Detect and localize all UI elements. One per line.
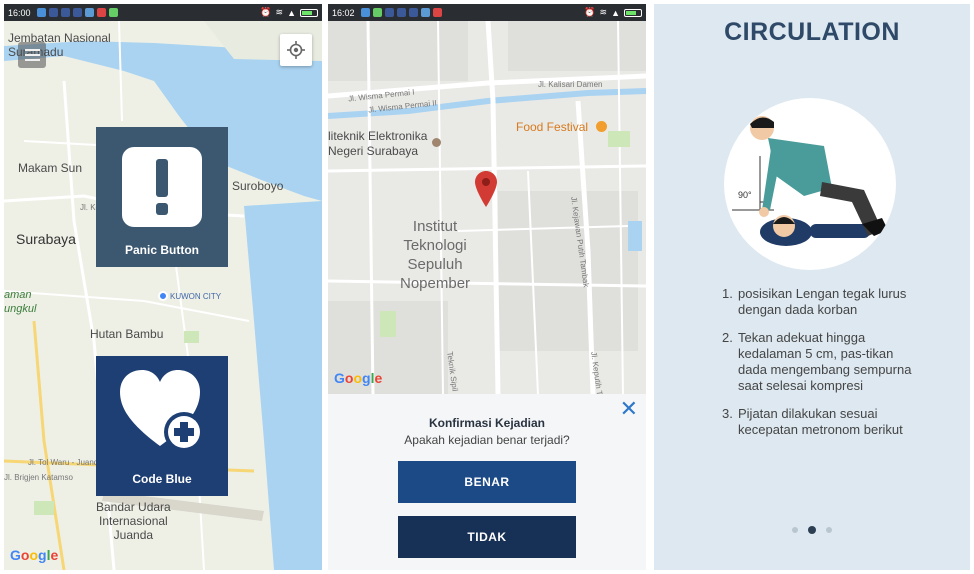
gmail-icon <box>96 8 106 17</box>
page-dot[interactable] <box>826 527 832 533</box>
facebook-icon <box>72 8 82 17</box>
hamburger-icon <box>24 49 40 51</box>
step-text: posisikan Lengan tegak lurus dengan dada… <box>738 286 907 317</box>
map-label-suroboyo: Suroboyo <box>232 179 284 193</box>
google-logo: Google <box>10 547 59 563</box>
map-view[interactable]: Jl. Wisma Permai I Jl. Wisma Permai II J… <box>328 21 646 411</box>
map-label-makam: Makam Sun <box>18 161 83 175</box>
map-background <box>328 21 646 395</box>
confirm-incident-screen: 16:02 ⏰ ≋ ▲ Jl. Wisma Permai I Jl. Wisma… <box>328 4 646 570</box>
confirm-subtitle: Apakah kejadian benar terjadi? <box>404 433 570 447</box>
status-time: 16:02 <box>332 7 355 18</box>
step-text: Tekan adekuat hingga kedalaman 5 cm, pas… <box>738 330 912 393</box>
facebook-icon <box>396 8 406 17</box>
step-number: 2. <box>722 330 733 345</box>
wifi-icon: ≋ <box>275 7 284 17</box>
instruction-list: 1. posisikan Lengan tegak lurus dengan da… <box>722 286 922 450</box>
signal-icon: ▲ <box>287 7 296 18</box>
map-label-politeknik: liteknik Elektronika Negeri Surabaya <box>328 129 428 158</box>
page-title: CIRCULATION <box>724 18 900 46</box>
crosshair-icon <box>287 41 305 59</box>
gmail-icon <box>432 8 442 17</box>
map-label-taman: aman ungkul <box>4 289 37 315</box>
app-icon <box>108 8 118 17</box>
message-icon <box>84 8 94 17</box>
status-indicators: ⏰ ≋ ▲ <box>584 7 642 18</box>
map-label-tol: Jl. Tol Waru - Juanda <box>28 458 103 467</box>
panic-home-screen: 16:00 ⏰ ≋ ▲ Jembatan Nasional Makam Sun … <box>4 4 322 570</box>
map-label-hutan: Hutan Bambu <box>90 327 164 341</box>
message-icon <box>420 8 430 17</box>
school-pin-icon <box>432 138 441 147</box>
app-icon <box>372 8 382 17</box>
map-label-bandara: Bandar Udara Internasional Juanda <box>96 500 171 542</box>
step-number: 1. <box>722 286 733 301</box>
instruction-step: 2. Tekan adekuat hingga kedalaman 5 cm, p… <box>722 330 922 394</box>
food-pin-icon <box>596 121 607 132</box>
notification-icon <box>36 8 46 17</box>
current-location-dot <box>158 291 168 301</box>
page-dot[interactable] <box>808 526 816 534</box>
panic-button[interactable]: Panic Button <box>96 127 228 267</box>
map-label-surabaya: Surabaya <box>16 231 76 247</box>
battery-icon <box>300 8 318 17</box>
facebook-icon <box>384 8 394 17</box>
map-label-kalisari: Jl. Kalisari Damen <box>538 80 603 89</box>
map-marker-icon[interactable] <box>475 171 497 207</box>
map-label-food-festival: Food Festival <box>516 120 589 134</box>
alarm-icon: ⏰ <box>260 7 272 17</box>
status-bar: 16:02 ⏰ ≋ ▲ <box>328 4 646 21</box>
page-indicator <box>654 526 970 534</box>
menu-button[interactable] <box>18 42 46 68</box>
alarm-icon: ⏰ <box>584 7 596 17</box>
cpr-figure-icon: 90° <box>732 116 888 246</box>
angle-label: 90° <box>738 190 752 200</box>
code-blue-label: Code Blue <box>132 472 192 486</box>
confirmation-sheet: ✕ Konfirmasi Kejadian Apakah kejadian be… <box>328 394 646 570</box>
cpr-illustration: 90° <box>724 98 896 270</box>
my-location-button[interactable] <box>280 34 312 66</box>
confirm-title: Konfirmasi Kejadian <box>428 416 546 430</box>
facebook-icon <box>408 8 418 17</box>
status-bar: 16:00 ⏰ ≋ ▲ <box>4 4 322 21</box>
map-label-its: Institut Teknologi Sepuluh Nopember <box>400 218 471 292</box>
battery-icon <box>624 8 642 17</box>
heart-plus-icon <box>120 370 204 452</box>
facebook-icon <box>48 8 58 17</box>
tidak-button[interactable]: TIDAK <box>398 516 576 558</box>
exclamation-icon <box>122 147 202 227</box>
circulation-guide-screen: CIRCULATION 90° 1. posisikan Lengan tegak… <box>654 4 970 570</box>
google-logo: Google <box>334 370 383 386</box>
signal-icon: ▲ <box>611 7 620 18</box>
map-label-brigjen: Jl. Brigjen Katamso <box>4 473 73 482</box>
panic-button-label: Panic Button <box>125 243 199 257</box>
status-time: 16:00 <box>8 7 31 18</box>
code-blue-button[interactable]: Code Blue <box>96 356 228 496</box>
step-text: Pijatan dilakukan sesuai kecepatan metro… <box>738 406 903 437</box>
facebook-icon <box>60 8 70 17</box>
status-indicators: ⏰ ≋ ▲ <box>260 7 318 18</box>
benar-button[interactable]: BENAR <box>398 461 576 503</box>
step-number: 3. <box>722 406 733 421</box>
notification-icon <box>360 8 370 17</box>
instruction-step: 1. posisikan Lengan tegak lurus dengan da… <box>722 286 922 318</box>
wifi-icon: ≋ <box>599 7 608 17</box>
map-label-kuwon: KUWON CITY <box>170 292 222 301</box>
instruction-step: 3. Pijatan dilakukan sesuai kecepatan met… <box>722 406 922 438</box>
page-dot[interactable] <box>792 527 798 533</box>
